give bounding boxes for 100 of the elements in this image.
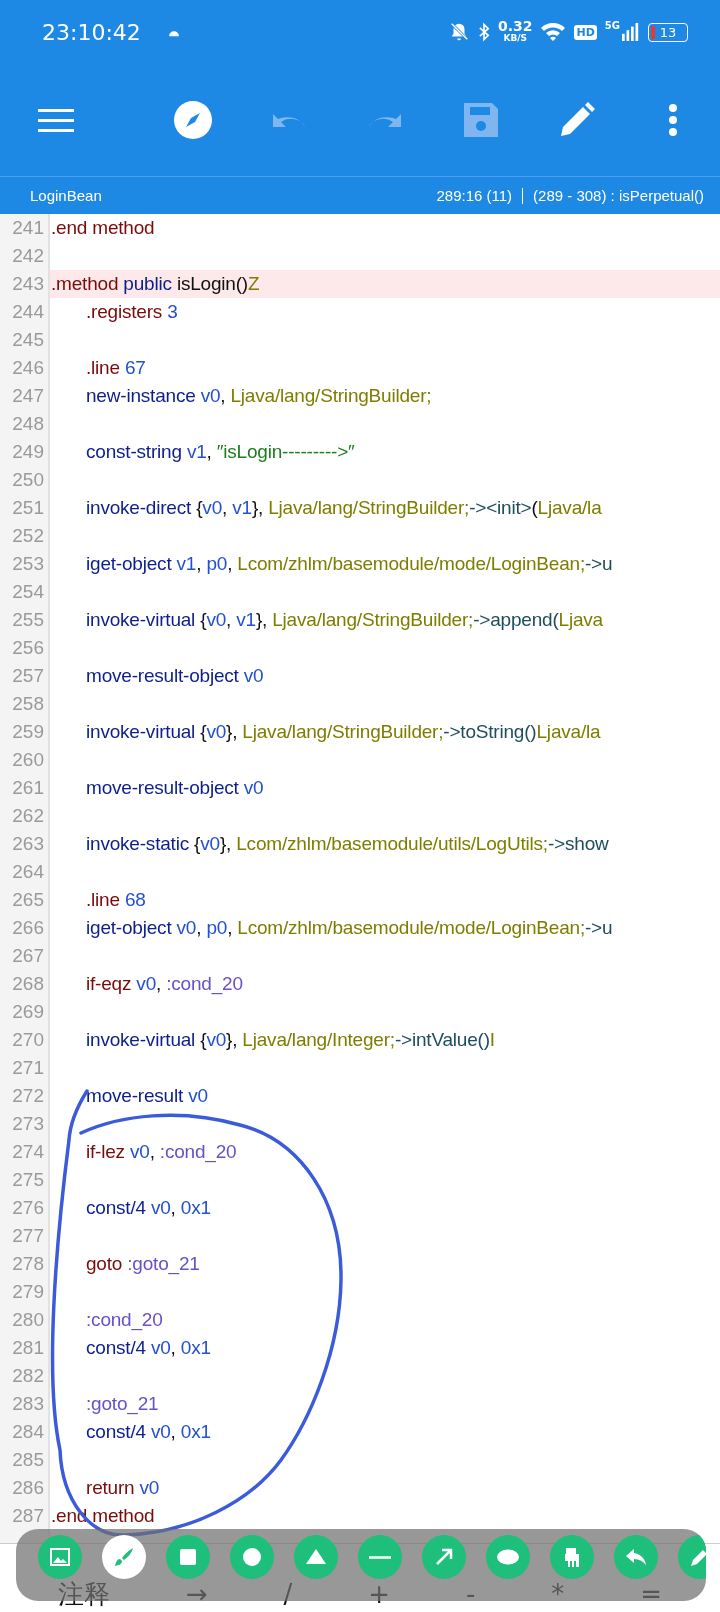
line-number: 267 — [11, 945, 45, 967]
line-number: 252 — [11, 525, 45, 547]
code-line: .registers 3 — [86, 301, 178, 323]
line-number: 276 — [11, 1197, 45, 1219]
signal-icon — [622, 22, 640, 42]
code-line: goto :goto_21 — [86, 1253, 200, 1275]
line-number: 246 — [11, 357, 45, 379]
code-line: move-result v0 — [86, 1085, 208, 1107]
code-line: :cond_20 — [86, 1309, 163, 1331]
line-number: 281 — [11, 1337, 45, 1359]
line-number: 249 — [11, 441, 45, 463]
code-line: iget-object v1, p0, Lcom/zhlm/basemodule/mode/LoginBean;->u — [86, 553, 613, 575]
code-line: const-string v1, ″isLogin--------->″ — [86, 441, 355, 463]
code-line: return v0 — [86, 1477, 160, 1499]
line-number: 264 — [11, 861, 45, 883]
speed-unit: KB/S — [503, 32, 527, 44]
arrow-tool[interactable] — [422, 1535, 466, 1579]
line-number: 260 — [11, 749, 45, 771]
line-number: 277 — [11, 1225, 45, 1247]
line-number: 274 — [11, 1141, 45, 1163]
line-number: 254 — [11, 581, 45, 603]
line-number: 257 — [11, 665, 45, 687]
cursor-position: 289:16 (11) — [436, 187, 513, 204]
line-number: 273 — [11, 1113, 45, 1135]
line-number: 279 — [11, 1281, 45, 1303]
line-number: 250 — [11, 469, 45, 491]
bluetooth-icon — [477, 22, 490, 42]
line-number: 266 — [11, 917, 45, 939]
brush-icon — [112, 1545, 136, 1569]
code-line: move-result-object v0 — [86, 665, 264, 687]
line-number: 247 — [11, 385, 45, 407]
line-number: 255 — [11, 609, 45, 631]
circle-tool[interactable] — [230, 1535, 274, 1579]
line-number: 261 — [11, 777, 45, 799]
code-line: if-eqz v0, :cond_20 — [86, 973, 243, 995]
line-icon — [369, 1555, 391, 1559]
network-type: 5G — [604, 20, 620, 31]
undo-tool[interactable] — [614, 1535, 658, 1579]
line-number: 256 — [11, 637, 45, 659]
code-line: .end method — [51, 217, 155, 239]
line-number: 253 — [11, 553, 45, 575]
current-method: (289 - 308) : isPerpetual() — [533, 187, 704, 204]
code-line: .method public isLogin()Z — [51, 273, 260, 295]
compass-icon[interactable] — [173, 100, 213, 140]
code-line: new-instance v0, Ljava/lang/StringBuilder; — [86, 385, 432, 407]
line-number: 280 — [11, 1309, 45, 1331]
line-number: 275 — [11, 1169, 45, 1191]
code-line: if-lez v0, :cond_20 — [86, 1141, 237, 1163]
triangle-tool[interactable] — [294, 1535, 338, 1579]
line-number: 265 — [11, 889, 45, 911]
line-tool[interactable] — [358, 1535, 402, 1579]
line-number: 286 — [11, 1477, 45, 1499]
line-number: 243 — [11, 273, 45, 295]
file-name: LoginBean — [30, 187, 102, 204]
line-number: 262 — [11, 805, 45, 827]
line-number: 258 — [11, 693, 45, 715]
hd-badge: HD — [574, 24, 597, 40]
line-number: 269 — [11, 1001, 45, 1023]
line-number: 282 — [11, 1365, 45, 1387]
line-number: 271 — [11, 1057, 45, 1079]
line-number: 242 — [11, 245, 45, 267]
code-line: :goto_21 — [86, 1393, 159, 1415]
brush-tool[interactable] — [102, 1535, 146, 1579]
code-line: invoke-static {v0}, Lcom/zhlm/basemodule/utils/LogUtils;->show — [86, 833, 609, 855]
code-line: move-result-object v0 — [86, 777, 264, 799]
line-number: 248 — [11, 413, 45, 435]
code-line: .line 68 — [86, 889, 146, 911]
image-tool[interactable] — [38, 1535, 82, 1579]
line-number: 287 — [11, 1505, 45, 1527]
battery-percent: 13 — [659, 24, 677, 40]
code-line: const/4 v0, 0x1 — [86, 1337, 211, 1359]
line-number: 263 — [11, 833, 45, 855]
code-line: .line 67 — [86, 357, 146, 379]
line-number: 272 — [11, 1085, 45, 1107]
line-number: 259 — [11, 721, 45, 743]
line-number: 283 — [11, 1393, 45, 1415]
eraser-tool[interactable] — [550, 1535, 594, 1579]
line-number: 285 — [11, 1449, 45, 1471]
code-line: invoke-virtual {v0, v1}, Ljava/lang/StringBuilder;->append(Ljava — [86, 609, 603, 631]
line-number: 245 — [11, 329, 45, 351]
line-number: 270 — [11, 1029, 45, 1051]
line-number: 251 — [11, 497, 45, 519]
line-number: 278 — [11, 1253, 45, 1275]
code-line: invoke-virtual {v0}, Ljava/lang/StringBuilder;->toString()Ljava/la — [86, 721, 601, 743]
line-number: 268 — [11, 973, 45, 995]
line-number: 284 — [11, 1421, 45, 1443]
ellipse-tool[interactable] — [486, 1535, 530, 1579]
image-icon — [48, 1545, 72, 1569]
code-line: invoke-virtual {v0}, Ljava/lang/Integer;->intValue()I — [86, 1029, 495, 1051]
status-time: 23:10:42 — [42, 19, 141, 45]
code-line: const/4 v0, 0x1 — [86, 1421, 211, 1443]
code-line: iget-object v0, p0, Lcom/zhlm/basemodule/mode/LoginBean;->u — [86, 917, 613, 939]
square-tool[interactable] — [166, 1535, 210, 1579]
circle-icon — [240, 1545, 264, 1569]
wifi-icon — [540, 21, 567, 43]
line-number: 241 — [11, 217, 45, 239]
code-line: const/4 v0, 0x1 — [86, 1197, 211, 1219]
code-line: invoke-direct {v0, v1}, Ljava/lang/StringBuilder;-><init>(Ljava/la — [86, 497, 602, 519]
network-speed: 0.32 — [497, 20, 533, 32]
line-number: 244 — [11, 301, 45, 323]
